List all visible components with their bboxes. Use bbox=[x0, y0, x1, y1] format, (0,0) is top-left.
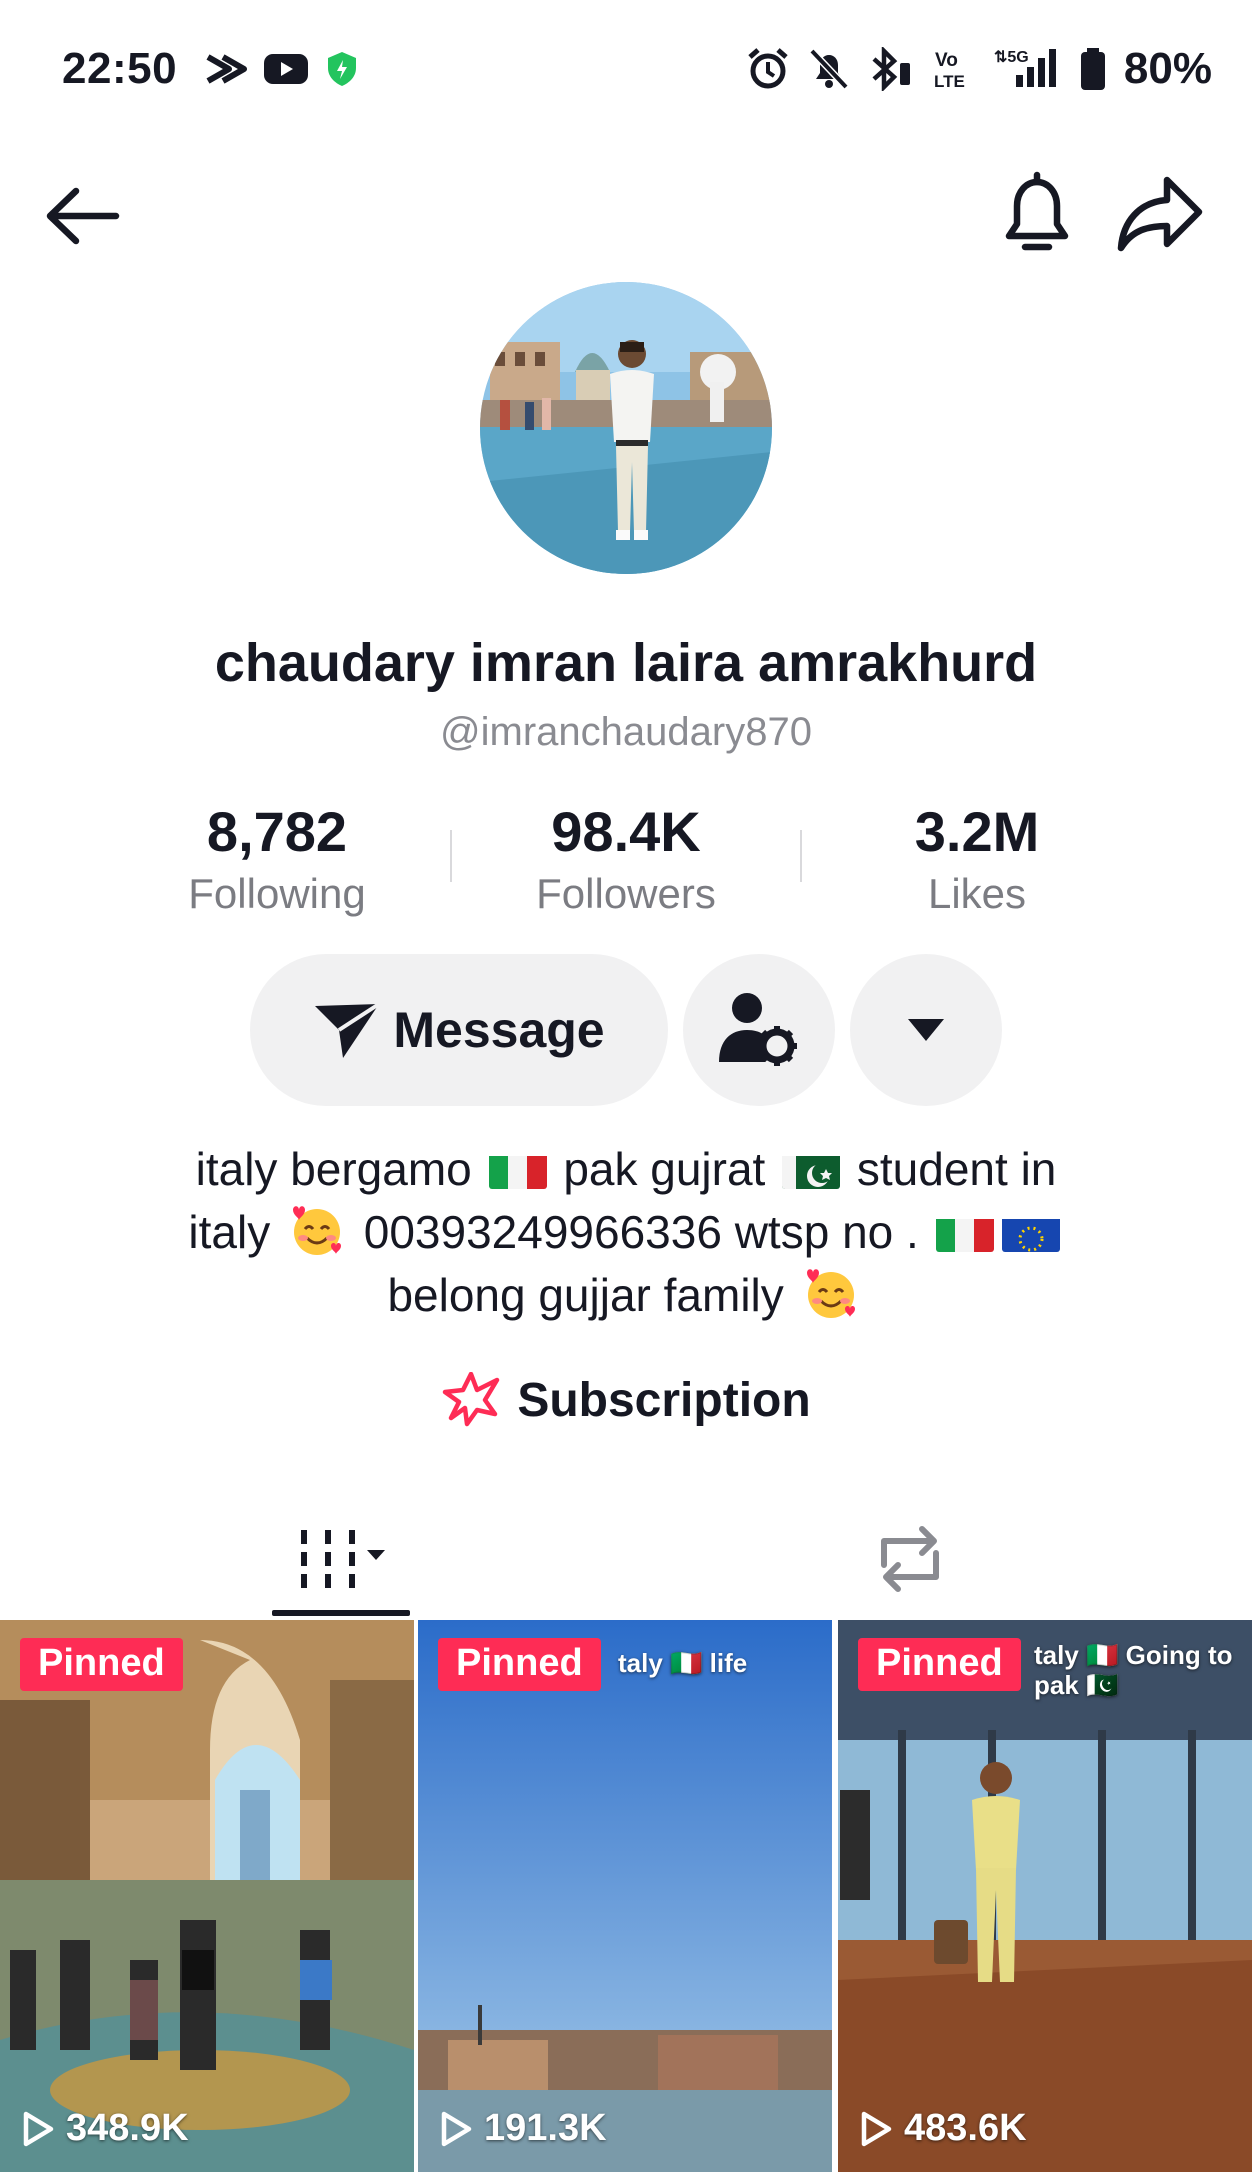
italy-flag-icon bbox=[935, 1212, 994, 1252]
youtube-icon bbox=[264, 54, 308, 84]
svg-text:LTE: LTE bbox=[934, 72, 965, 91]
bell-icon bbox=[1005, 171, 1069, 251]
avatar-photo bbox=[480, 282, 772, 574]
subscription-link[interactable]: Subscription bbox=[0, 1372, 1252, 1428]
bio-line-1: italy bergamo pak gujrat student in bbox=[195, 1143, 1057, 1195]
svg-text:⇅5G: ⇅5G bbox=[994, 49, 1029, 66]
stat-likes[interactable]: 3.2M Likes bbox=[827, 800, 1127, 918]
likes-label: Likes bbox=[927, 870, 1027, 917]
message-label: Message bbox=[393, 1002, 605, 1058]
repost-icon bbox=[881, 1526, 939, 1592]
video-caption-overlay: taly 🇮🇹 Going to pak 🇵🇰 bbox=[1034, 1640, 1233, 1700]
svg-text:Vo: Vo bbox=[935, 50, 958, 71]
subscription-label: Subscription bbox=[517, 1373, 811, 1427]
eu-flag-icon bbox=[1001, 1212, 1060, 1252]
bell-off-icon bbox=[809, 48, 849, 90]
profile-bio: italy bergamo pak gujrat student in ital… bbox=[120, 1138, 1132, 1327]
view-count: 191.3K bbox=[440, 2107, 607, 2150]
notification-bell-button[interactable] bbox=[995, 170, 1079, 260]
stat-divider bbox=[800, 830, 802, 882]
more-options-dropdown[interactable] bbox=[850, 954, 1002, 1106]
play-icon bbox=[861, 2111, 892, 2146]
pakistan-flag-icon bbox=[782, 1149, 841, 1189]
profile-stats: 8,782 Following 98.4K Followers 3.2M Lik… bbox=[0, 800, 1252, 920]
tab-active-indicator bbox=[272, 1610, 410, 1616]
battery-percent: 80% bbox=[1123, 44, 1212, 93]
rocket-star-icon bbox=[443, 1372, 500, 1427]
followers-count: 98.4K bbox=[551, 800, 701, 863]
play-icon bbox=[23, 2111, 54, 2146]
profile-avatar[interactable] bbox=[480, 282, 772, 574]
status-bar: 22:50 Vo LTE ⇅5G 80% bbox=[0, 0, 1252, 140]
message-button[interactable]: Message bbox=[250, 954, 668, 1106]
stat-divider bbox=[450, 830, 452, 882]
status-time: 22:50 bbox=[62, 44, 178, 93]
share-button[interactable] bbox=[1115, 172, 1205, 256]
status-right-icons: Vo LTE ⇅5G 80% bbox=[746, 44, 1212, 94]
status-left-icons bbox=[205, 50, 359, 88]
profile-tabs bbox=[0, 1500, 1252, 1618]
battery-icon bbox=[1080, 48, 1105, 90]
video-caption-overlay: taly 🇮🇹 life bbox=[618, 1648, 748, 1678]
view-count: 483.6K bbox=[860, 2107, 1027, 2150]
smiling-face-hearts-icon bbox=[803, 1265, 859, 1321]
video-tile[interactable]: Pinned taly 🇮🇹 life 191.3K bbox=[418, 1620, 832, 2172]
likes-count: 3.2M bbox=[914, 800, 1040, 863]
followers-label: Followers bbox=[536, 870, 716, 917]
alarm-icon bbox=[748, 48, 788, 89]
video-thumbnail bbox=[418, 1620, 832, 2172]
caret-down-icon bbox=[908, 1019, 944, 1041]
smiling-face-hearts-icon bbox=[289, 1202, 345, 1258]
stat-followers[interactable]: 98.4K Followers bbox=[476, 800, 776, 918]
play-icon bbox=[441, 2111, 472, 2146]
video-tile[interactable]: Pinned taly 🇮🇹 Going to pak 🇵🇰 483.6K bbox=[838, 1620, 1252, 2172]
video-grid: Pinned 348.9K Pinned taly 🇮🇹 life 191.3K bbox=[0, 1620, 1252, 2180]
capcut-icon bbox=[206, 54, 247, 84]
5g-signal-icon: ⇅5G bbox=[994, 49, 1056, 87]
send-icon bbox=[315, 1002, 381, 1058]
grid-videos-icon bbox=[301, 1530, 385, 1588]
bio-line-2: italy 00393249966336 wtsp no . bbox=[120, 1201, 1132, 1264]
back-button[interactable] bbox=[42, 175, 124, 257]
pinned-badge: Pinned bbox=[20, 1638, 183, 1691]
stat-following[interactable]: 8,782 Following bbox=[127, 800, 427, 918]
user-settings-icon bbox=[719, 993, 797, 1066]
video-tile[interactable]: Pinned 348.9K bbox=[0, 1620, 414, 2172]
tab-videos[interactable] bbox=[272, 1500, 410, 1618]
tab-reposts[interactable] bbox=[860, 1500, 960, 1618]
following-label: Following bbox=[188, 870, 366, 917]
shield-icon bbox=[328, 52, 356, 86]
video-thumbnail bbox=[0, 1620, 414, 2172]
share-arrow-icon bbox=[1117, 176, 1203, 252]
video-thumbnail bbox=[838, 1620, 1252, 2172]
bluetooth-icon bbox=[872, 47, 910, 91]
manage-account-button[interactable] bbox=[683, 954, 835, 1106]
pinned-badge: Pinned bbox=[858, 1638, 1021, 1691]
view-count: 348.9K bbox=[22, 2107, 189, 2150]
bio-line-3: belong gujjar family bbox=[120, 1264, 1132, 1327]
italy-flag-icon bbox=[488, 1149, 547, 1189]
display-name: chaudary imran laira amrakhurd bbox=[214, 633, 1038, 693]
pinned-badge: Pinned bbox=[438, 1638, 601, 1691]
username: @imranchaudary870 bbox=[440, 710, 812, 754]
volte-icon: VoLTE bbox=[934, 50, 965, 91]
arrow-left-icon bbox=[46, 187, 120, 245]
following-count: 8,782 bbox=[206, 800, 348, 863]
